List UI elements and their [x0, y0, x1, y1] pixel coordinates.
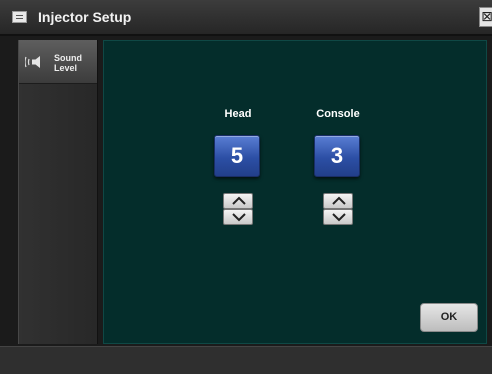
ok-button[interactable]: OK	[420, 303, 478, 332]
close-button[interactable]: ⊠	[479, 7, 492, 27]
head-decrease-button[interactable]	[223, 209, 253, 225]
head-increase-button[interactable]	[223, 193, 253, 209]
window-menu-icon	[12, 11, 27, 23]
console-label: Console	[316, 108, 360, 120]
speaker-icon	[25, 56, 40, 68]
title-bar: Injector Setup ⊠	[0, 0, 492, 36]
chevron-up-icon	[332, 196, 346, 205]
head-stepper	[223, 193, 253, 225]
sidebar-item-label: Sound Level	[54, 53, 82, 73]
main-panel: Head 5 Console 3 OK	[103, 40, 487, 344]
window-title: Injector Setup	[38, 9, 132, 25]
chevron-down-icon	[332, 213, 346, 222]
chevron-down-icon	[232, 213, 246, 222]
console-decrease-button[interactable]	[323, 209, 353, 225]
console-stepper	[323, 193, 353, 225]
head-value[interactable]: 5	[214, 135, 260, 177]
console-increase-button[interactable]	[323, 193, 353, 209]
console-value[interactable]: 3	[314, 135, 360, 177]
chevron-up-icon	[232, 196, 246, 205]
bottom-bar	[0, 346, 492, 374]
head-label: Head	[224, 108, 252, 120]
sidebar: Sound Level	[18, 40, 98, 344]
sidebar-item-sound-level[interactable]: Sound Level	[19, 40, 97, 84]
